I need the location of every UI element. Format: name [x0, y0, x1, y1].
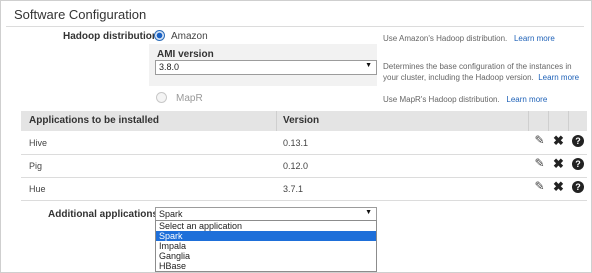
pencil-icon[interactable]: ✎ [533, 134, 546, 147]
app-version: 3.7.1 [283, 184, 304, 194]
column-header-version: Version [283, 115, 320, 126]
additional-applications-label: Additional applications [48, 209, 159, 220]
ami-help: Determines the base configuration of the… [383, 61, 579, 83]
column-header-applications: Applications to be installed [29, 115, 160, 126]
pencil-icon[interactable]: ✎ [533, 180, 546, 193]
amazon-help-text: Use Amazon's Hadoop distribution. [383, 34, 508, 43]
help-icon[interactable]: ? [572, 181, 584, 193]
amazon-help: Use Amazon's Hadoop distribution. Learn … [383, 33, 555, 44]
mapr-radio-label[interactable]: MapR [176, 93, 203, 104]
column-divider [568, 111, 569, 131]
additional-applications-dropdown: Select an application Spark Impala Gangl… [155, 220, 377, 272]
ami-help-line2: your cluster, including the Hadoop versi… [383, 73, 534, 82]
amazon-learn-more-link[interactable]: Learn more [514, 34, 555, 43]
additional-applications-value: Spark [159, 209, 183, 219]
app-name: Pig [29, 161, 43, 171]
dropdown-option[interactable]: Ganglia [156, 251, 376, 261]
app-version: 0.12.0 [283, 161, 309, 171]
close-icon[interactable]: ✖ [552, 180, 565, 193]
column-divider [548, 111, 549, 131]
chevron-down-icon: ▼ [365, 209, 372, 216]
table-header: Applications to be installed Version [21, 111, 587, 131]
title-divider [6, 26, 584, 27]
app-name: Hue [29, 184, 46, 194]
help-icon[interactable]: ? [572, 135, 584, 147]
dropdown-option[interactable]: Impala [156, 241, 376, 251]
mapr-learn-more-link[interactable]: Learn more [506, 95, 547, 104]
mapr-help-text: Use MapR's Hadoop distribution. [383, 95, 500, 104]
table-row: Hive 0.13.1 ✎ ✖ ? [21, 132, 587, 155]
additional-applications-select[interactable]: Spark ▼ [155, 207, 377, 221]
dropdown-option-selected[interactable]: Spark [156, 231, 376, 241]
section-title: Software Configuration [14, 7, 147, 22]
ami-version-value: 3.8.0 [159, 62, 180, 72]
ami-version-select[interactable]: 3.8.0 ▼ [155, 60, 377, 75]
mapr-help: Use MapR's Hadoop distribution. Learn mo… [383, 94, 547, 105]
mapr-radio[interactable] [156, 92, 167, 103]
dropdown-option[interactable]: HBase [156, 261, 376, 271]
amazon-radio[interactable] [154, 30, 165, 41]
column-divider [528, 111, 529, 131]
chevron-down-icon: ▼ [365, 62, 372, 69]
close-icon[interactable]: ✖ [552, 157, 565, 170]
ami-version-label: AMI version [157, 49, 214, 60]
software-configuration-panel: Software Configuration Hadoop distributi… [0, 0, 592, 273]
column-divider [276, 111, 277, 131]
table-row: Pig 0.12.0 ✎ ✖ ? [21, 155, 587, 178]
ami-help-line1: Determines the base configuration of the… [383, 62, 572, 71]
table-row: Hue 3.7.1 ✎ ✖ ? [21, 178, 587, 201]
dropdown-option[interactable]: Select an application [156, 221, 376, 231]
hadoop-distribution-label: Hadoop distribution [63, 31, 158, 42]
ami-learn-more-link[interactable]: Learn more [538, 73, 579, 82]
close-icon[interactable]: ✖ [552, 134, 565, 147]
amazon-radio-label[interactable]: Amazon [171, 31, 208, 42]
help-icon[interactable]: ? [572, 158, 584, 170]
app-version: 0.13.1 [283, 138, 309, 148]
app-name: Hive [29, 138, 48, 148]
pencil-icon[interactable]: ✎ [533, 157, 546, 170]
